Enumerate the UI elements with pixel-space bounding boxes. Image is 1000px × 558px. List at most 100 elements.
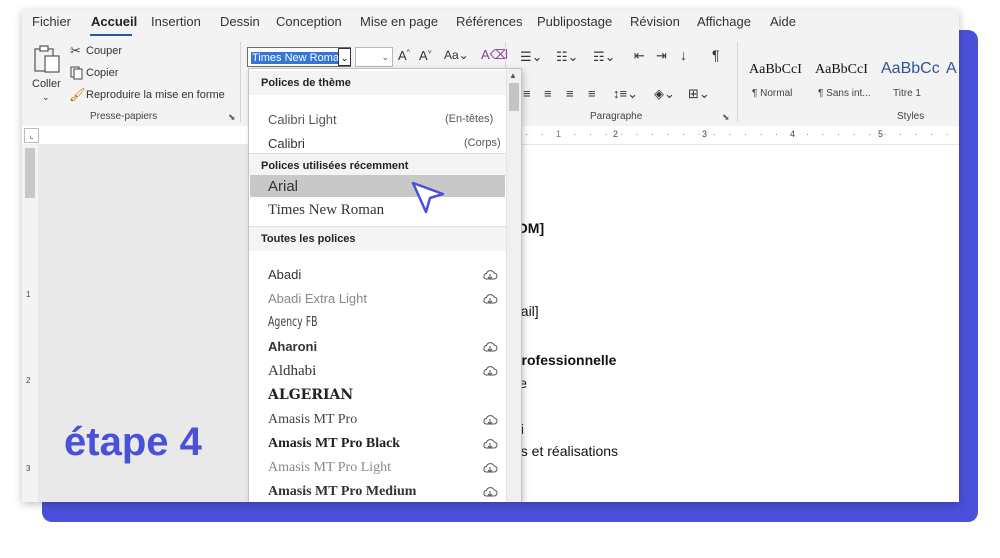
clipboard-group-label: Presse-papiers <box>90 111 158 122</box>
cut-button[interactable]: Couper <box>86 45 122 57</box>
font-option-amasis-mt-pro-medium[interactable]: Amasis MT Pro Medium <box>268 484 416 500</box>
line-spacing-icon[interactable]: ↕≡⌄ <box>613 87 638 100</box>
scroll-thumb[interactable] <box>509 83 519 111</box>
change-case-icon[interactable]: Aa⌄ <box>444 49 469 61</box>
word-window: Fichier Accueil Insertion Dessin Concept… <box>22 10 959 502</box>
tab-insertion[interactable]: Insertion <box>151 14 201 29</box>
ruler-mark: 3 <box>26 464 31 473</box>
tab-conception[interactable]: Conception <box>276 14 342 29</box>
cloud-download-icon[interactable] <box>482 414 498 426</box>
borders-icon[interactable]: ⊞⌄ <box>688 87 710 100</box>
font-option-amasis-mt-pro-light[interactable]: Amasis MT Pro Light <box>268 460 391 476</box>
shrink-font-icon[interactable]: A˅ <box>419 49 432 62</box>
multilevel-list-icon[interactable]: ☶⌄ <box>593 50 616 63</box>
font-option-calibri[interactable]: Calibri <box>268 136 305 151</box>
paste-dropdown-icon[interactable]: ⌄ <box>42 92 50 103</box>
dropdown-scrollbar[interactable]: ▲ <box>506 69 521 502</box>
cloud-download-icon[interactable] <box>482 293 498 305</box>
ruler-mark: 4 <box>790 129 796 139</box>
tab-publipostage[interactable]: Publipostage <box>537 14 612 29</box>
align-left-icon[interactable]: ≡ <box>523 87 531 100</box>
numbering-icon[interactable]: ☷⌄ <box>556 50 579 63</box>
align-right-icon[interactable]: ≡ <box>566 87 574 100</box>
copy-button[interactable]: Copier <box>86 67 118 79</box>
vertical-ruler: 1 2 3 <box>22 144 38 502</box>
style-name: ¶ Normal <box>752 88 793 99</box>
font-option-algerian[interactable]: ALGERIAN <box>268 387 353 403</box>
step-label: étape 4 <box>64 420 202 464</box>
cloud-download-icon[interactable] <box>482 462 498 474</box>
font-name-value: Times New Roman <box>251 52 347 64</box>
font-size-input[interactable]: ⌄ <box>355 47 393 67</box>
all-fonts-header: Toutes les polices <box>249 227 506 251</box>
tab-fichier[interactable]: Fichier <box>32 14 71 29</box>
cloud-download-icon[interactable] <box>482 486 498 498</box>
style-sample: AaBbCc <box>881 60 940 77</box>
ribbon-separator <box>240 42 241 122</box>
font-name-dropdown-button[interactable]: ⌄ <box>338 48 351 66</box>
scissors-icon: ✂ <box>70 43 81 58</box>
document-line[interactable]: és et réalisations <box>513 443 618 459</box>
bullets-icon[interactable]: ☰⌄ <box>520 50 543 63</box>
tab-references[interactable]: Références <box>456 14 522 29</box>
font-option-aldhabi[interactable]: Aldhabi <box>268 363 316 380</box>
tab-affichage[interactable]: Affichage <box>697 14 751 29</box>
align-center-icon[interactable]: ≡ <box>544 87 552 100</box>
scroll-up-icon[interactable]: ▲ <box>509 71 517 80</box>
paragraph-group-label: Paragraphe <box>590 111 643 122</box>
style-heading-1[interactable]: AaBbCc Titre 1 <box>881 54 943 99</box>
justify-icon[interactable]: ≡ <box>588 87 596 100</box>
sort-icon[interactable]: ↓ <box>680 48 687 62</box>
cloud-download-icon[interactable] <box>482 341 498 353</box>
font-option-amasis-mt-pro[interactable]: Amasis MT Pro <box>268 412 357 428</box>
ribbon-separator <box>737 42 738 122</box>
tab-mise-en-page[interactable]: Mise en page <box>360 14 438 29</box>
shading-icon[interactable]: ◈⌄ <box>654 87 675 100</box>
ruler-mark: 2 <box>26 376 31 385</box>
font-option-abadi-extra-light[interactable]: Abadi Extra Light <box>268 291 367 306</box>
pilcrow-icon[interactable]: ¶ <box>712 48 720 62</box>
paste-button[interactable]: Coller ⌄ <box>30 42 64 102</box>
style-normal[interactable]: AaBbCcI ¶ Normal <box>749 54 811 99</box>
tab-revision[interactable]: Révision <box>630 14 680 29</box>
font-option-arial[interactable]: Arial <box>268 178 298 195</box>
font-dropdown-list[interactable]: Polices de thème Calibri Light (En-têtes… <box>248 68 522 502</box>
font-option-aharoni[interactable]: Aharoni <box>268 339 317 354</box>
pointer-arrow-icon <box>411 181 445 214</box>
cloud-download-icon[interactable] <box>482 365 498 377</box>
theme-fonts-header: Polices de thème <box>249 71 506 95</box>
style-name: ¶ Sans int... <box>818 88 871 99</box>
font-option-note: (Corps) <box>464 137 501 149</box>
ruler-ticks: · · 1 · · · · · · · · · · · · · · · · · … <box>525 129 959 139</box>
clipboard-launcher-icon[interactable]: ⬊ <box>228 112 236 123</box>
clear-formatting-icon[interactable]: A⌫ <box>481 48 508 61</box>
increase-indent-icon[interactable]: ⇥ <box>656 49 667 62</box>
font-option-times-new-roman[interactable]: Times New Roman <box>268 202 384 219</box>
tab-dessin[interactable]: Dessin <box>220 14 260 29</box>
font-name-input[interactable]: Times New Roman <box>247 47 351 67</box>
cloud-download-icon[interactable] <box>482 269 498 281</box>
ruler-mark: 3 <box>702 129 708 139</box>
decrease-indent-icon[interactable]: ⇤ <box>634 49 645 62</box>
style-name: Titre 1 <box>893 88 921 99</box>
font-option-calibri-light[interactable]: Calibri Light <box>268 112 337 127</box>
cloud-download-icon[interactable] <box>482 438 498 450</box>
paragraph-launcher-icon[interactable]: ⬊ <box>722 112 730 123</box>
font-option-amasis-mt-pro-black[interactable]: Amasis MT Pro Black <box>268 436 400 452</box>
font-option-abadi[interactable]: Abadi <box>268 267 301 282</box>
document-line[interactable]: professionnelle <box>513 352 616 368</box>
grow-font-icon[interactable]: A^ <box>398 49 410 62</box>
tab-selector-icon[interactable]: ⌞ <box>24 128 39 143</box>
font-option-note: (En-têtes) <box>445 113 494 125</box>
style-sample: AaBbCcI <box>815 62 868 77</box>
clipboard-icon <box>34 45 60 73</box>
ruler-mark: 5 <box>878 129 884 139</box>
tab-accueil[interactable]: Accueil <box>91 14 137 29</box>
styles-group-label: Styles <box>897 111 925 122</box>
style-no-spacing[interactable]: AaBbCcI ¶ Sans int... <box>815 54 877 99</box>
font-option-agency-fb[interactable]: Agency FB <box>268 315 318 330</box>
style-more[interactable]: A <box>946 54 959 98</box>
tab-aide[interactable]: Aide <box>770 14 796 29</box>
format-painter-button[interactable]: Reproduire la mise en forme <box>86 89 225 101</box>
format-painter-icon: 🖌 <box>69 87 86 102</box>
